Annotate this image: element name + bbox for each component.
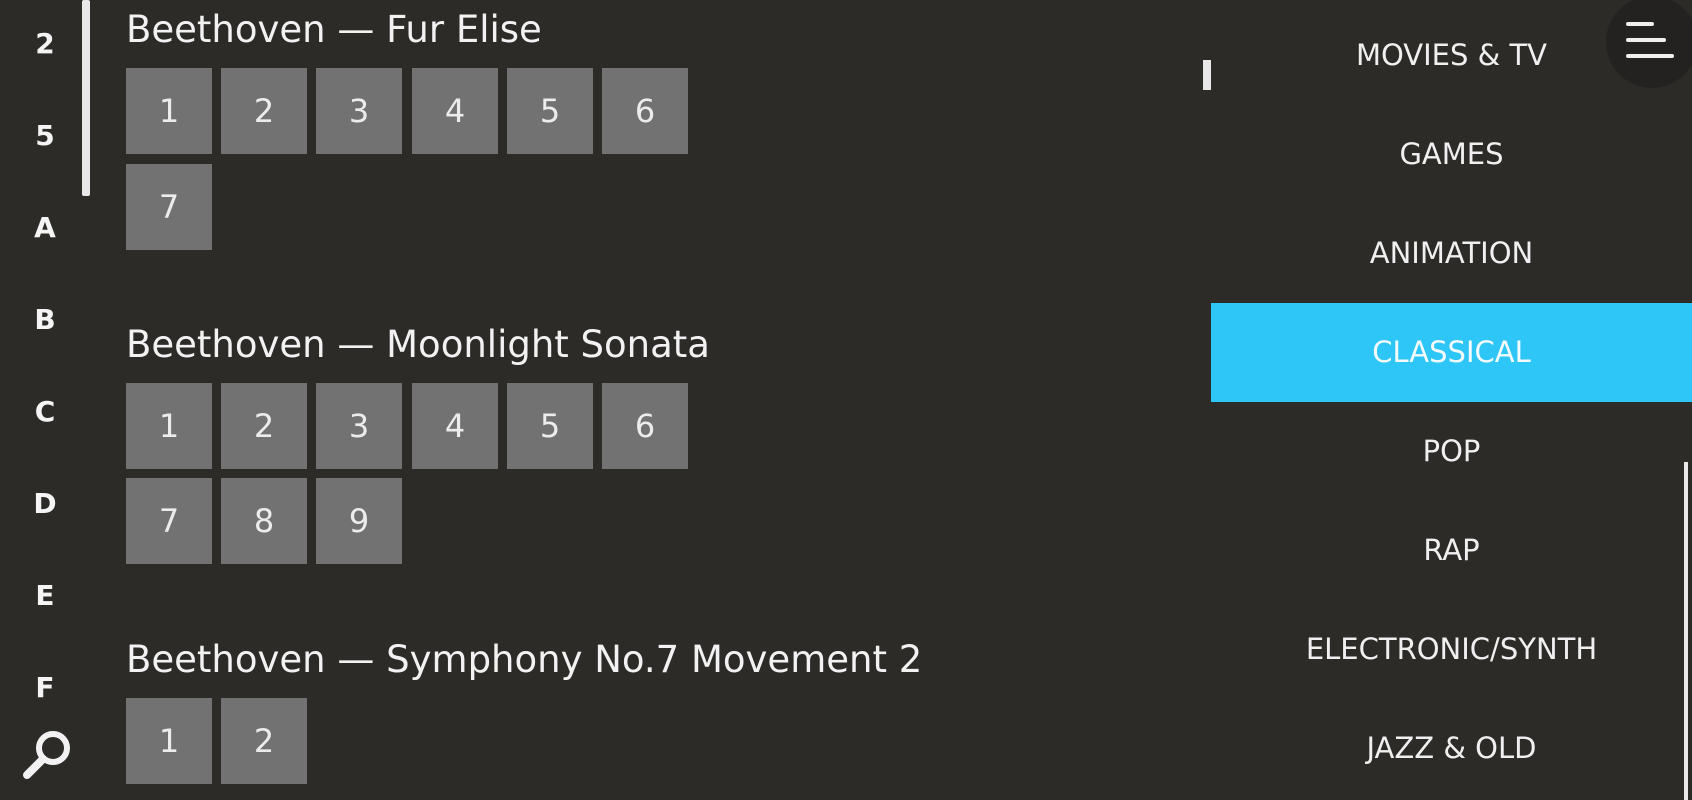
index-item-c[interactable]: C [0, 392, 90, 432]
index-item-b[interactable]: B [0, 300, 90, 340]
song-list-scrollbar[interactable] [82, 0, 90, 196]
category-games[interactable]: GAMES [1211, 105, 1692, 204]
index-item-5[interactable]: 5 [0, 116, 90, 156]
part-button[interactable]: 8 [221, 478, 307, 564]
part-button[interactable]: 3 [316, 383, 402, 469]
index-item-f[interactable]: F [0, 668, 90, 708]
category-pop[interactable]: POP [1211, 402, 1692, 501]
search-icon[interactable] [20, 728, 74, 782]
part-button[interactable]: 3 [316, 68, 402, 154]
category-scroll-indicator[interactable] [1203, 60, 1211, 90]
part-button[interactable]: 6 [602, 383, 688, 469]
category-electronic-synth[interactable]: ELECTRONIC/SYNTH [1211, 600, 1692, 699]
app-root: 2 5 A B C D E F Beethoven — Fur Elise 1 … [0, 0, 1692, 800]
index-item-a[interactable]: A [0, 208, 90, 248]
part-button[interactable]: 1 [126, 698, 212, 784]
part-button[interactable]: 1 [126, 383, 212, 469]
category-jazz-old[interactable]: JAZZ & OLD [1211, 699, 1692, 798]
part-button[interactable]: 6 [602, 68, 688, 154]
index-item-e[interactable]: E [0, 576, 90, 616]
part-button[interactable]: 7 [126, 478, 212, 564]
part-button[interactable]: 5 [507, 383, 593, 469]
song-title: Beethoven — Fur Elise [126, 8, 542, 51]
part-button[interactable]: 9 [316, 478, 402, 564]
song-title: Beethoven — Symphony No.7 Movement 2 [126, 638, 923, 681]
index-item-d[interactable]: D [0, 484, 90, 524]
song-title: Beethoven — Moonlight Sonata [126, 323, 710, 366]
category-animation[interactable]: ANIMATION [1211, 204, 1692, 303]
song-list: Beethoven — Fur Elise 1 2 3 4 5 6 7 Beet… [126, 0, 1186, 800]
index-item-2[interactable]: 2 [0, 24, 90, 64]
category-rap[interactable]: RAP [1211, 501, 1692, 600]
part-button[interactable]: 2 [221, 68, 307, 154]
category-menu: MOVIES & TV GAMES ANIMATION CLASSICAL PO… [1211, 0, 1692, 800]
alphabet-index: 2 5 A B C D E F [0, 0, 90, 800]
part-button[interactable]: 1 [126, 68, 212, 154]
part-button[interactable]: 7 [126, 164, 212, 250]
category-classical[interactable]: CLASSICAL [1211, 303, 1692, 402]
part-button[interactable]: 4 [412, 383, 498, 469]
part-button[interactable]: 2 [221, 698, 307, 784]
part-button[interactable]: 4 [412, 68, 498, 154]
part-button[interactable]: 2 [221, 383, 307, 469]
menu-button[interactable] [1606, 0, 1692, 88]
part-button[interactable]: 5 [507, 68, 593, 154]
